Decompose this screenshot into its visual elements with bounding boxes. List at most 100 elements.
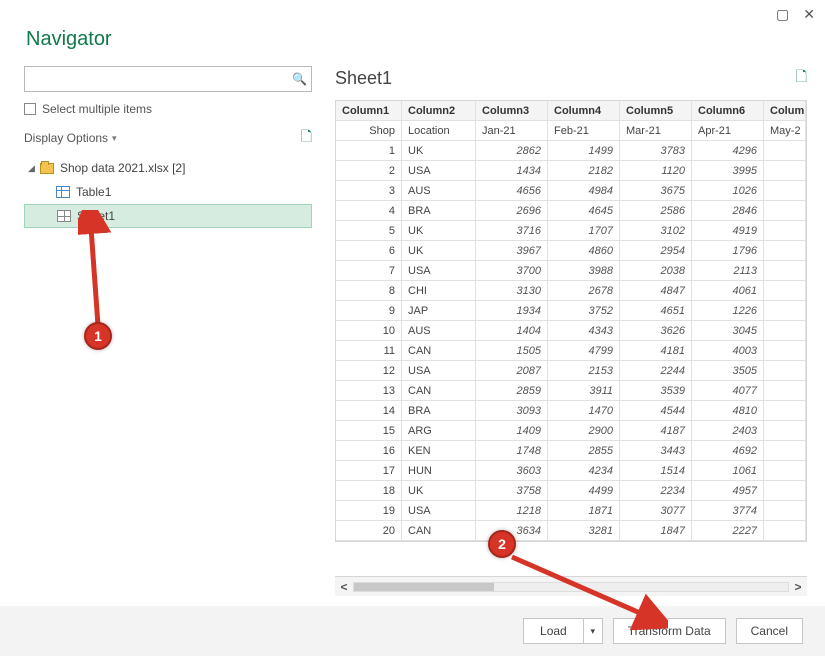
cell: 1934 <box>476 301 548 321</box>
cell: 3626 <box>620 321 692 341</box>
maximize-icon[interactable]: ▢ <box>776 6 789 23</box>
cell: 18 <box>336 481 402 501</box>
refresh-icon[interactable]: 🗋 <box>301 126 312 150</box>
cell: 4651 <box>620 301 692 321</box>
cell: Jan-21 <box>476 121 548 141</box>
preview-refresh-icon[interactable]: 🗋 <box>796 66 807 90</box>
cell <box>764 401 806 421</box>
cell: 4234 <box>548 461 620 481</box>
cell: 3045 <box>692 321 764 341</box>
scroll-track[interactable] <box>353 582 789 592</box>
column-header[interactable]: Column6 <box>692 101 764 121</box>
cell: 3093 <box>476 401 548 421</box>
cell: 9 <box>336 301 402 321</box>
cell: 4957 <box>692 481 764 501</box>
folder-icon <box>40 163 54 174</box>
table-row: 15ARG1409290041872403 <box>336 421 806 441</box>
cell: 2846 <box>692 201 764 221</box>
cell: 4003 <box>692 341 764 361</box>
cell: 1505 <box>476 341 548 361</box>
load-button[interactable]: Load ▾ <box>523 618 603 644</box>
cell: 4 <box>336 201 402 221</box>
cell: JAP <box>402 301 476 321</box>
annotation-callout-1: 1 <box>84 322 112 350</box>
cell <box>764 181 806 201</box>
cell: 3102 <box>620 221 692 241</box>
cell: 2900 <box>548 421 620 441</box>
cell: 14 <box>336 401 402 421</box>
tree-item-sheet1[interactable]: Sheet1 <box>24 204 312 228</box>
tree-item-label: Table1 <box>76 185 111 199</box>
cell: 2855 <box>548 441 620 461</box>
cell: 3758 <box>476 481 548 501</box>
cell: 15 <box>336 421 402 441</box>
cell: Shop <box>336 121 402 141</box>
cell: 2954 <box>620 241 692 261</box>
scroll-right-icon[interactable]: > <box>789 580 807 594</box>
cell: 4061 <box>692 281 764 301</box>
table-row: 7USA3700398820382113 <box>336 261 806 281</box>
load-label: Load <box>524 619 584 643</box>
transform-data-button[interactable]: Transform Data <box>613 618 726 644</box>
cell: 4919 <box>692 221 764 241</box>
cell: 4847 <box>620 281 692 301</box>
search-icon[interactable]: 🔍 <box>292 72 307 86</box>
display-options[interactable]: Display Options ▾ <box>24 131 117 145</box>
display-options-label: Display Options <box>24 131 108 145</box>
close-icon[interactable]: ✕ <box>803 6 815 23</box>
cell: 1434 <box>476 161 548 181</box>
cell <box>764 201 806 221</box>
caret-down-icon: ◢ <box>28 163 40 174</box>
cell: 4692 <box>692 441 764 461</box>
cell: 19 <box>336 501 402 521</box>
tree-item-table1[interactable]: Table1 <box>24 180 312 204</box>
footer: Load ▾ Transform Data Cancel <box>0 606 825 656</box>
cell: 2113 <box>692 261 764 281</box>
column-header[interactable]: Column4 <box>548 101 620 121</box>
cell: USA <box>402 501 476 521</box>
cell: 3281 <box>548 521 620 541</box>
cell: 1499 <box>548 141 620 161</box>
cell: 4656 <box>476 181 548 201</box>
table-row: 13CAN2859391135394077 <box>336 381 806 401</box>
cell: 2227 <box>692 521 764 541</box>
cell: 1514 <box>620 461 692 481</box>
cell: UK <box>402 481 476 501</box>
search-input[interactable] <box>31 68 292 90</box>
cancel-button[interactable]: Cancel <box>736 618 803 644</box>
cell: UK <box>402 221 476 241</box>
cell: 17 <box>336 461 402 481</box>
tree-root[interactable]: ◢ Shop data 2021.xlsx [2] <box>24 156 312 180</box>
cell: 1218 <box>476 501 548 521</box>
cell: 2038 <box>620 261 692 281</box>
table-row: 12USA2087215322443505 <box>336 361 806 381</box>
scroll-thumb[interactable] <box>354 583 494 591</box>
horizontal-scrollbar[interactable]: < > <box>335 576 807 596</box>
cell: 3603 <box>476 461 548 481</box>
cell: May-2 <box>764 121 806 141</box>
cell: 3443 <box>620 441 692 461</box>
load-dropdown-icon[interactable]: ▾ <box>584 626 602 637</box>
cell: 1409 <box>476 421 548 441</box>
cell <box>764 501 806 521</box>
cell: BRA <box>402 201 476 221</box>
cell: 2403 <box>692 421 764 441</box>
cell <box>764 161 806 181</box>
page-title: Navigator <box>26 28 112 51</box>
cell: 3 <box>336 181 402 201</box>
scroll-left-icon[interactable]: < <box>335 580 353 594</box>
search-box[interactable]: 🔍 <box>24 66 312 92</box>
cell: 8 <box>336 281 402 301</box>
cell <box>764 421 806 441</box>
multi-select-checkbox[interactable] <box>24 103 36 115</box>
cell: 2586 <box>620 201 692 221</box>
column-header[interactable]: Column1 <box>336 101 402 121</box>
column-header[interactable]: Column5 <box>620 101 692 121</box>
table-row: 6UK3967486029541796 <box>336 241 806 261</box>
column-header[interactable]: Column3 <box>476 101 548 121</box>
column-header[interactable]: Colum <box>764 101 806 121</box>
cell: 1 <box>336 141 402 161</box>
cell: 4499 <box>548 481 620 501</box>
cell: USA <box>402 161 476 181</box>
column-header[interactable]: Column2 <box>402 101 476 121</box>
